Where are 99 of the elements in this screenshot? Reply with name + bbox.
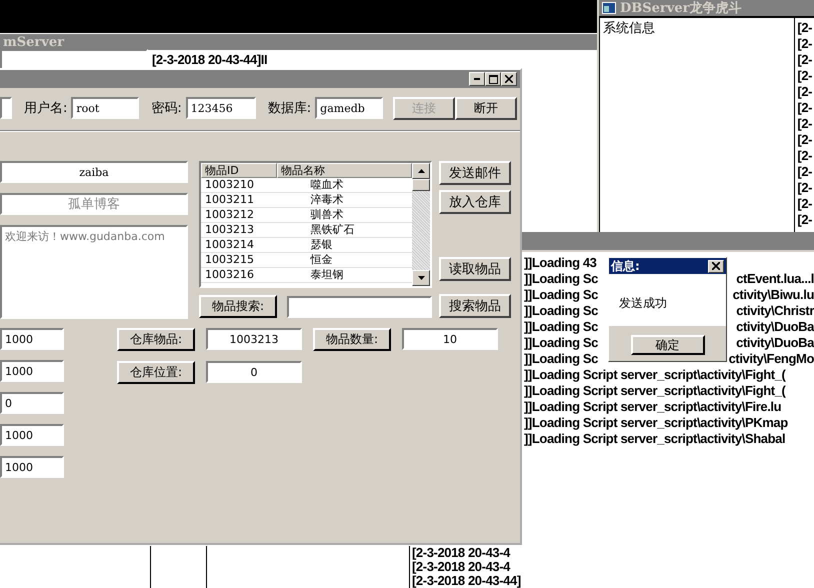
action-button[interactable]: 搜索物品: [439, 294, 511, 318]
log-line: [2-: [797, 100, 812, 116]
maximize-button[interactable]: [485, 72, 501, 86]
close-icon: [712, 262, 720, 270]
scroll-down-button[interactable]: [412, 270, 430, 286]
label-button[interactable]: 仓库位置:: [117, 361, 195, 384]
message-area[interactable]: 欢迎来访！www.gudanba.com: [0, 225, 188, 319]
log-line: ]]Loading Sc: [524, 351, 598, 367]
close-button[interactable]: [501, 72, 517, 86]
dialog-title: 信息:: [611, 258, 640, 274]
ok-button[interactable]: 确定: [630, 335, 704, 355]
log-line: ]]Loading Sc: [524, 335, 598, 351]
table-cell-text: 1003213: [204, 223, 255, 237]
close-icon: [505, 75, 513, 83]
log-line: ]]Loading Script server_script\activity\PKmap: [524, 415, 788, 431]
search-field[interactable]: [287, 296, 432, 318]
table-cell-text: 1003211: [204, 193, 255, 207]
up-arrow-icon: [418, 169, 424, 173]
log-line: [2-: [797, 180, 812, 196]
close-button[interactable]: [708, 260, 724, 272]
minimize-icon: [474, 78, 480, 80]
log-line: ]]Loading 43: [524, 255, 596, 271]
log-line: [2-: [797, 20, 812, 36]
log-line: ]]Loading Sc: [524, 303, 598, 319]
table-cell-text: 恒金: [309, 253, 334, 267]
log-line: ctivity\Christr: [736, 303, 814, 319]
log-line: [2-: [797, 196, 812, 212]
log-line: [2-: [797, 52, 812, 68]
label-button[interactable]: 物品搜索:: [199, 295, 277, 318]
number-field[interactable]: 1000: [0, 456, 64, 478]
column-header[interactable]: 物品名称: [277, 163, 412, 178]
table-cell-text: 瑟银: [310, 238, 334, 252]
log-line: ctivity\Biwu.lu: [732, 287, 814, 303]
action-button[interactable]: 放入仓库: [439, 190, 511, 214]
log-line: ]]Loading Script server_script\activity\Fight_(: [524, 383, 786, 399]
table-cell-text: 1003214: [204, 238, 255, 252]
input-field[interactable]: [0, 97, 12, 119]
log-line: ]]Loading Sc: [524, 287, 598, 303]
table-cell-text: 淬毒术: [310, 193, 344, 207]
column-header[interactable]: 物品ID: [201, 163, 277, 178]
scroll-up-button[interactable]: [412, 163, 430, 179]
connection-button[interactable]: 断开: [455, 96, 518, 120]
table-cell-text: 驯兽术: [310, 208, 344, 222]
panel-title: 系统信息: [603, 21, 655, 36]
scroll-thumb[interactable]: [412, 179, 430, 191]
log-line: ctivity\DuoBa: [736, 335, 814, 351]
log-line: ctivity\DuoBa: [736, 319, 814, 335]
input-field[interactable]: 1003213: [206, 328, 302, 350]
log-line: [2-3-2018 20-43-44]: [412, 574, 522, 588]
minimize-button[interactable]: [469, 72, 485, 86]
input-field[interactable]: 123456: [186, 97, 256, 119]
action-button[interactable]: 发送邮件: [439, 161, 511, 185]
input-field[interactable]: zaiba: [0, 161, 188, 183]
input-field[interactable]: 0: [206, 361, 302, 383]
log-line: ]]Loading Script server_script\activity\Shabal: [524, 431, 786, 447]
log-line: [2-: [797, 164, 812, 180]
field-label: 密码:: [151, 100, 182, 117]
scrollbar[interactable]: [412, 163, 430, 286]
maximize-icon: [488, 74, 498, 84]
log-line: [2-3-2018 20-43-4: [412, 546, 512, 560]
dialog-message: 发送成功: [619, 296, 667, 310]
table-cell-text: 1003215: [204, 253, 255, 267]
table-cell-text: 1003212: [204, 208, 255, 222]
action-button[interactable]: 读取物品: [439, 257, 511, 281]
log-line: ]]Loading Sc: [524, 319, 598, 335]
number-field[interactable]: 1000: [0, 328, 64, 350]
field-label: 数据库:: [268, 100, 312, 117]
log-line: [2-: [797, 84, 812, 100]
table-cell-text: 黑铁矿石: [310, 223, 356, 237]
log-line: ctEvent.lua...l: [736, 271, 814, 287]
label-button[interactable]: 仓库物品:: [117, 328, 195, 351]
input-field[interactable]: root: [71, 97, 140, 119]
table-cell-text: 1003210: [204, 178, 255, 192]
log-line: [2-: [797, 68, 812, 84]
table-cell-text: 噬血术: [310, 178, 344, 192]
label-button[interactable]: 物品数量:: [313, 328, 391, 351]
input-field[interactable]: gamedb: [315, 97, 384, 119]
number-field[interactable]: 0: [0, 392, 64, 414]
down-arrow-icon: [418, 276, 424, 280]
input-field[interactable]: 10: [402, 328, 498, 350]
table-cell-text: 1003216: [204, 268, 255, 282]
log-line: ]]Loading Script server_script\activity\Fight_(: [524, 367, 786, 383]
log-line: [2-: [797, 148, 812, 164]
log-line: [2-3-2018 20-43-44]II: [152, 52, 268, 68]
log-line: ]]Loading Sc: [524, 271, 598, 287]
log-line: ]]Loading Script server_script\activity\Fire.lu: [524, 399, 782, 415]
log-line: [2-: [797, 116, 812, 132]
field-label: 用户名:: [24, 100, 68, 117]
number-field[interactable]: 1000: [0, 424, 64, 446]
app-icon: [602, 2, 616, 14]
log-line: [2-3-2018 20-43-4: [412, 560, 512, 574]
number-field[interactable]: 1000: [0, 360, 64, 382]
log-line: [2-: [797, 132, 812, 148]
log-line: [2-: [797, 212, 812, 228]
log-line: ctivity\FengMo: [728, 351, 814, 367]
table-cell-text: 泰坦钢: [310, 268, 344, 282]
window-title: mServer: [3, 34, 64, 50]
log-line: [2-: [797, 36, 812, 52]
window-title: DBServer龙争虎斗: [620, 0, 742, 17]
